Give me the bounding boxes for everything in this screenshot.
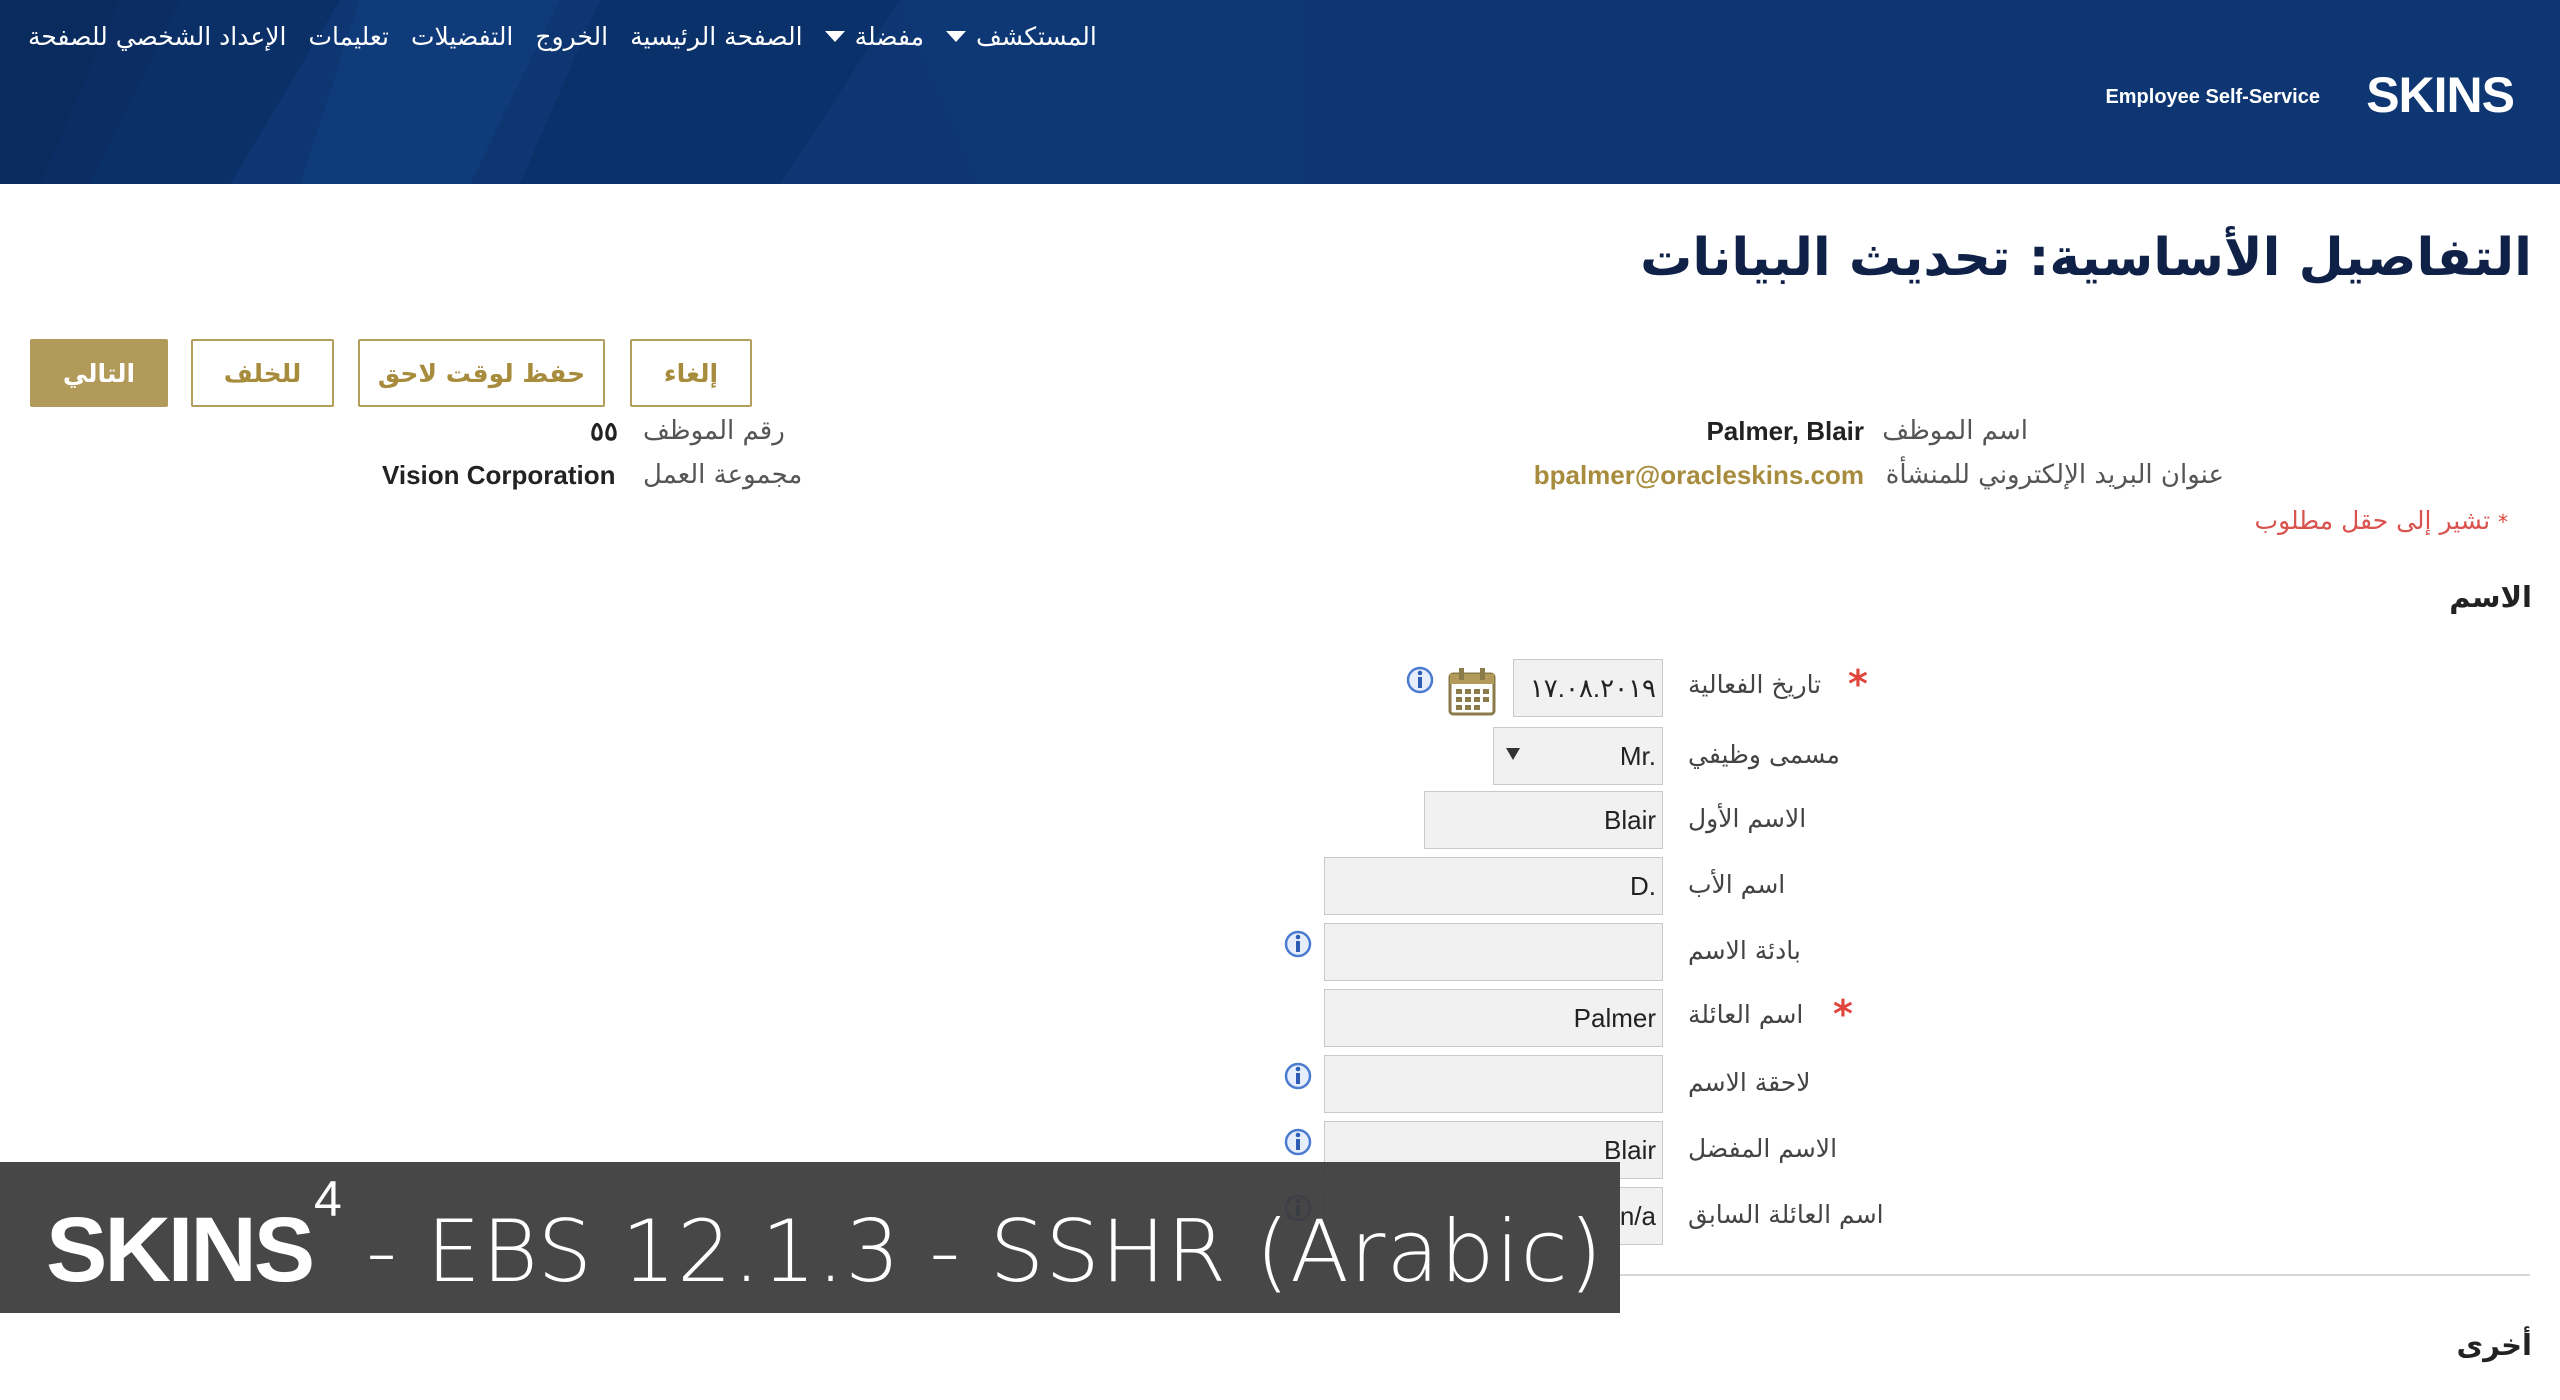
employee-email-label: عنوان البريد الإلكتروني للمنشأة [1885,460,2224,490]
required-asterisk: * [1848,662,1868,706]
section-divider [1620,1274,2530,1276]
global-header: المستكشف مفضلة الصفحة الرئيسية الخروج ال… [0,0,2560,184]
overlay-caption: - EBS 12.1.3 - SSHR (Arabic) [366,1202,1604,1302]
preferred-name-label: الاسم المفضل [1688,1134,1838,1163]
nav-preferences-link[interactable]: التفضيلات [411,22,513,51]
last-name-label: اسم العائلة [1688,1000,1804,1029]
page-title: التفاصيل الأساسية: تحديث البيانات [1640,228,2532,288]
info-icon[interactable] [1283,1127,1313,1157]
employee-number-label: رقم الموظف [643,416,785,446]
nav-favorites-menu[interactable]: مفضلة [824,21,925,51]
nav-favorites-label: مفضلة [854,21,925,51]
nav-personalize-page-link[interactable]: الإعداد الشخصي للصفحة [28,22,287,51]
section-heading-other: أخرى [2456,1328,2532,1362]
nav-navigator-menu[interactable]: المستكشف [946,22,1097,51]
next-button[interactable]: التالي [30,339,168,407]
organization-label: مجموعة العمل [643,460,803,490]
info-icon[interactable] [1283,1061,1313,1091]
title-select-value: Mr. [1619,740,1656,771]
middle-name-label: اسم الأب [1688,870,1786,899]
suffix-label: لاحقة الاسم [1688,1068,1811,1097]
back-button[interactable]: للخلف [191,339,334,407]
nav-navigator-label: المستكشف [976,21,1097,51]
first-name-input[interactable]: Blair [1424,791,1663,849]
nav-home-link[interactable]: الصفحة الرئيسية [630,22,803,51]
suffix-input[interactable] [1324,1055,1663,1113]
cancel-button[interactable]: إلغاء [630,339,752,407]
global-nav: المستكشف مفضلة الصفحة الرئيسية الخروج ال… [28,18,1097,54]
employee-name-value: Palmer, Blair [1706,416,1864,446]
employee-number-value: ٥٥ [590,416,618,446]
chevron-down-icon [946,30,967,42]
overlay-logo: SKINS [46,1199,315,1301]
prefix-input[interactable] [1324,923,1663,981]
employee-email-value[interactable]: bpalmer@oracleskins.com [1534,460,1864,491]
save-for-later-button[interactable]: حفظ لوقت لاحق [358,339,605,407]
required-field-note: * تشير إلى حقل مطلوب [2255,506,2508,535]
employee-name-label: اسم الموظف [1882,416,2028,446]
title-select[interactable]: Mr. [1493,727,1663,785]
overlay-version-superscript: 4 [314,1171,342,1227]
effective-date-label: تاريخ الفعالية [1688,670,1822,699]
brand-subtitle: Employee Self-Service [2105,86,2320,108]
required-asterisk: * [2498,510,2508,534]
prefix-label: بادئة الاسم [1688,936,1801,965]
chevron-down-icon [824,30,845,42]
brand-logo: SKINS [2366,67,2515,123]
info-icon[interactable] [1283,929,1313,959]
required-asterisk: * [1833,992,1853,1036]
nav-logout-link[interactable]: الخروج [535,22,608,51]
nav-help-link[interactable]: تعليمات [309,22,389,51]
section-heading-name: الاسم [2449,580,2532,614]
first-name-label: الاسم الأول [1688,804,1807,833]
chevron-down-icon [1506,748,1520,760]
title-label: مسمى وظيفي [1688,740,1840,769]
required-note-text: تشير إلى حقل مطلوب [2254,506,2491,535]
last-name-input[interactable]: Palmer [1324,989,1663,1047]
calendar-icon[interactable] [1448,666,1496,716]
organization-value: Vision Corporation [382,460,616,490]
info-icon[interactable] [1405,665,1435,695]
previous-last-name-label: اسم العائلة السابق [1688,1200,1884,1229]
video-title-overlay: SKINS 4 - EBS 12.1.3 - SSHR (Arabic) [0,1162,1620,1313]
middle-name-input[interactable]: D. [1324,857,1663,915]
effective-date-input[interactable]: ١٧.٠٨.٢٠١٩ [1513,659,1663,717]
